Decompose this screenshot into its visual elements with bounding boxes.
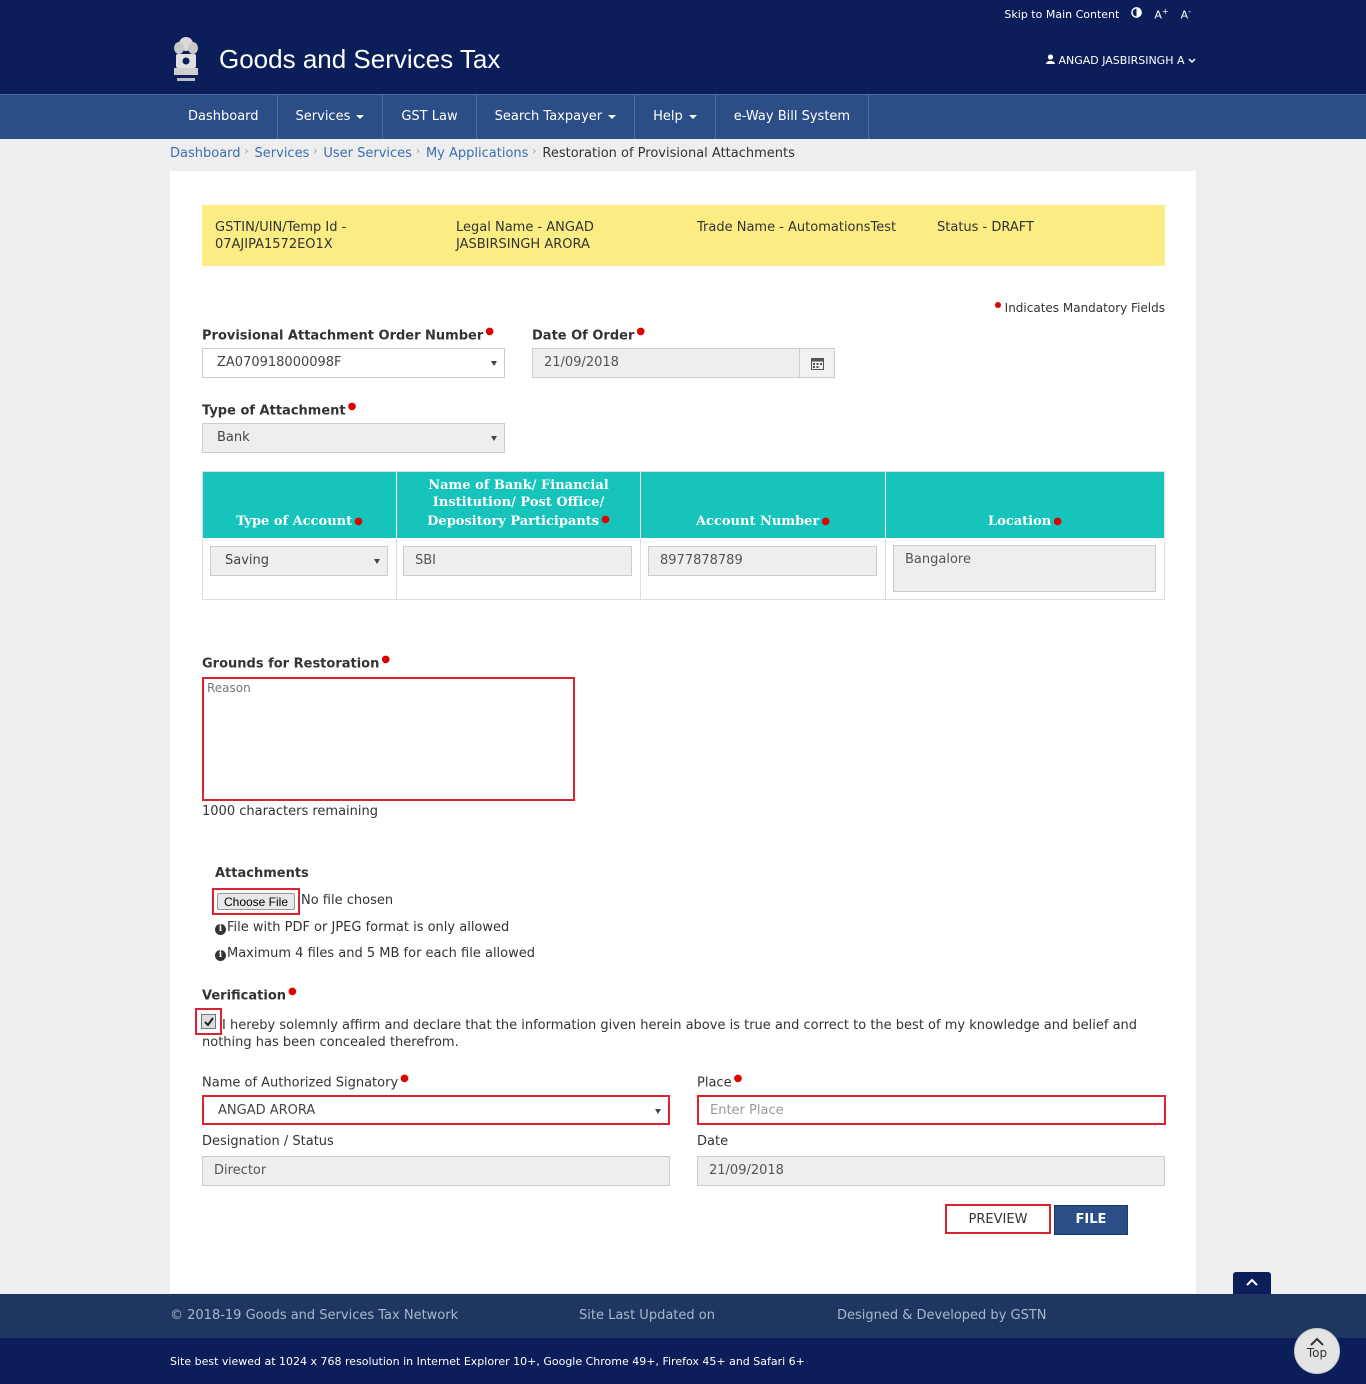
- declaration-text: I hereby solemnly affirm and declare tha…: [202, 1018, 1138, 1050]
- footer-site-updated: Site Last Updated on: [579, 1308, 715, 1323]
- calendar-icon: [811, 358, 824, 370]
- nav-search-taxpayer[interactable]: Search Taxpayer: [477, 95, 636, 139]
- designation-label: Designation / Status: [202, 1134, 334, 1149]
- signatory-label: Name of Authorized Signatory ●: [202, 1073, 409, 1091]
- caret-down-icon: [608, 114, 617, 119]
- bank-name-input[interactable]: SBI: [403, 546, 632, 576]
- column-header-account-number: Account Number ●: [641, 472, 886, 538]
- top-utility-bar: Skip to Main Content A+ A-: [0, 0, 1366, 27]
- site-header: Goods and Services Tax ANGAD JASBIRSINGH…: [0, 27, 1366, 94]
- info-icon: i: [215, 950, 226, 961]
- chevron-right-icon: ›: [313, 146, 318, 157]
- user-menu[interactable]: ANGAD JASBIRSINGH A: [1045, 54, 1196, 67]
- file-size-note: i Maximum 4 files and 5 MB for each file …: [215, 946, 535, 961]
- contrast-icon[interactable]: [1131, 7, 1143, 21]
- order-number-label: Provisional Attachment Order Number ●: [202, 326, 494, 344]
- date-label: Date: [697, 1134, 729, 1149]
- nav-eway-bill[interactable]: e-Way Bill System: [716, 95, 870, 139]
- chevron-down-icon: [1188, 54, 1196, 67]
- taxpayer-info-bar: GSTIN/UIN/Temp Id - 07AJIPA1572EO1X Lega…: [202, 205, 1165, 266]
- footer-copyright: © 2018-19 Goods and Services Tax Network: [170, 1308, 459, 1323]
- place-input[interactable]: Enter Place: [697, 1095, 1166, 1125]
- user-icon: [1045, 54, 1059, 67]
- account-type-select[interactable]: Saving: [210, 546, 388, 576]
- table-cell-account-type: Saving: [203, 538, 397, 600]
- back-to-top-button[interactable]: Top: [1294, 1328, 1340, 1374]
- chevron-right-icon: ›: [532, 146, 537, 157]
- gstin-info: GSTIN/UIN/Temp Id - 07AJIPA1572EO1X: [215, 220, 347, 252]
- column-header-location: Location ●: [886, 472, 1164, 538]
- grounds-label: Grounds for Restoration ●: [202, 654, 391, 672]
- preview-button[interactable]: PREVIEW: [945, 1204, 1051, 1234]
- type-of-attachment-label: Type of Attachment ●: [202, 401, 357, 419]
- caret-down-icon: [356, 114, 365, 119]
- trade-name-info: Trade Name - AutomationsTest: [697, 220, 897, 235]
- breadcrumb-services[interactable]: Services: [255, 146, 310, 161]
- attachments-label: Attachments: [215, 866, 309, 881]
- dropdown-arrow-icon: [491, 436, 497, 441]
- dropdown-arrow-icon: [655, 1109, 661, 1114]
- signatory-select[interactable]: ANGAD ARORA: [202, 1095, 670, 1125]
- nav-services[interactable]: Services: [278, 95, 384, 139]
- table-cell-bank-name: SBI: [397, 538, 641, 600]
- file-format-note: i File with PDF or JPEG format is only al…: [215, 920, 509, 935]
- column-header-account-type: Type of Account ●: [203, 472, 397, 538]
- breadcrumb: Dashboard › Services › User Services › My A…: [170, 146, 795, 161]
- designation-input: Director: [202, 1156, 670, 1186]
- breadcrumb-user-services[interactable]: User Services: [323, 146, 412, 161]
- table-cell-account-number: 8977878789: [641, 538, 886, 600]
- footer-info: © 2018-19 Goods and Services Tax Network…: [0, 1294, 1366, 1338]
- type-of-attachment-select[interactable]: Bank: [202, 423, 505, 453]
- location-input[interactable]: Bangalore: [893, 545, 1156, 592]
- breadcrumb-dashboard[interactable]: Dashboard: [170, 146, 241, 161]
- account-details-table: Type of Account ● Name of Bank/ Financial…: [202, 471, 1165, 600]
- choose-file-button[interactable]: Choose File: [212, 888, 300, 915]
- best-viewed-text: Site best viewed at 1024 x 768 resolutio…: [170, 1355, 805, 1368]
- dropdown-arrow-icon: [374, 559, 380, 564]
- account-number-input[interactable]: 8977878789: [648, 546, 877, 576]
- font-increase-button[interactable]: A+: [1154, 7, 1168, 22]
- grounds-textarea[interactable]: Reason: [202, 677, 575, 801]
- skip-to-main-link[interactable]: Skip to Main Content: [1004, 8, 1119, 21]
- info-icon: i: [215, 924, 226, 935]
- required-dot-icon: [994, 302, 1001, 308]
- chevron-right-icon: ›: [415, 146, 420, 157]
- nav-dashboard[interactable]: Dashboard: [170, 95, 278, 139]
- characters-remaining: 1000 characters remaining: [202, 804, 379, 819]
- footer-best-viewed: Site best viewed at 1024 x 768 resolutio…: [0, 1338, 1366, 1384]
- nav-gst-law[interactable]: GST Law: [383, 95, 477, 139]
- order-number-select[interactable]: ZA070918000098F: [202, 348, 505, 378]
- file-button[interactable]: FILE: [1054, 1205, 1128, 1235]
- scroll-up-button[interactable]: [1233, 1272, 1271, 1294]
- breadcrumb-my-applications[interactable]: My Applications: [426, 146, 528, 161]
- status-info: Status - DRAFT: [937, 220, 1034, 235]
- nav-help[interactable]: Help: [635, 95, 716, 139]
- chevron-up-icon: [1310, 1337, 1324, 1346]
- place-label: Place ●: [697, 1073, 743, 1091]
- date-of-order-input[interactable]: 21/09/2018: [532, 348, 800, 378]
- breadcrumb-current: Restoration of Provisional Attachments: [542, 146, 795, 161]
- verification-label: Verification ●: [202, 986, 297, 1004]
- national-emblem-logo: [170, 35, 202, 85]
- date-input: 21/09/2018: [697, 1156, 1165, 1186]
- date-of-order-label: Date Of Order ●: [532, 326, 646, 344]
- content-panel: GSTIN/UIN/Temp Id - 07AJIPA1572EO1X Lega…: [170, 171, 1196, 1293]
- calendar-button[interactable]: [799, 348, 835, 378]
- caret-down-icon: [688, 114, 697, 119]
- user-name: ANGAD JASBIRSINGH A: [1058, 54, 1185, 67]
- table-cell-location: Bangalore: [886, 538, 1164, 600]
- no-file-chosen-text: No file chosen: [301, 893, 394, 908]
- chevron-up-icon: [1246, 1278, 1258, 1286]
- dropdown-arrow-icon: [491, 361, 497, 366]
- footer-designed-by: Designed & Developed by GSTN: [837, 1308, 1047, 1323]
- chevron-right-icon: ›: [244, 146, 249, 157]
- main-navigation: Dashboard Services GST Law Search Taxpay…: [0, 94, 1366, 139]
- legal-name-info: Legal Name - ANGAD JASBIRSINGH ARORA: [456, 220, 594, 252]
- column-header-bank-name: Name of Bank/ Financial Institution/ Post…: [397, 472, 641, 538]
- font-decrease-button[interactable]: A-: [1181, 7, 1191, 22]
- mandatory-note: Indicates Mandatory Fields: [994, 301, 1165, 315]
- site-title[interactable]: Goods and Services Tax: [219, 44, 500, 75]
